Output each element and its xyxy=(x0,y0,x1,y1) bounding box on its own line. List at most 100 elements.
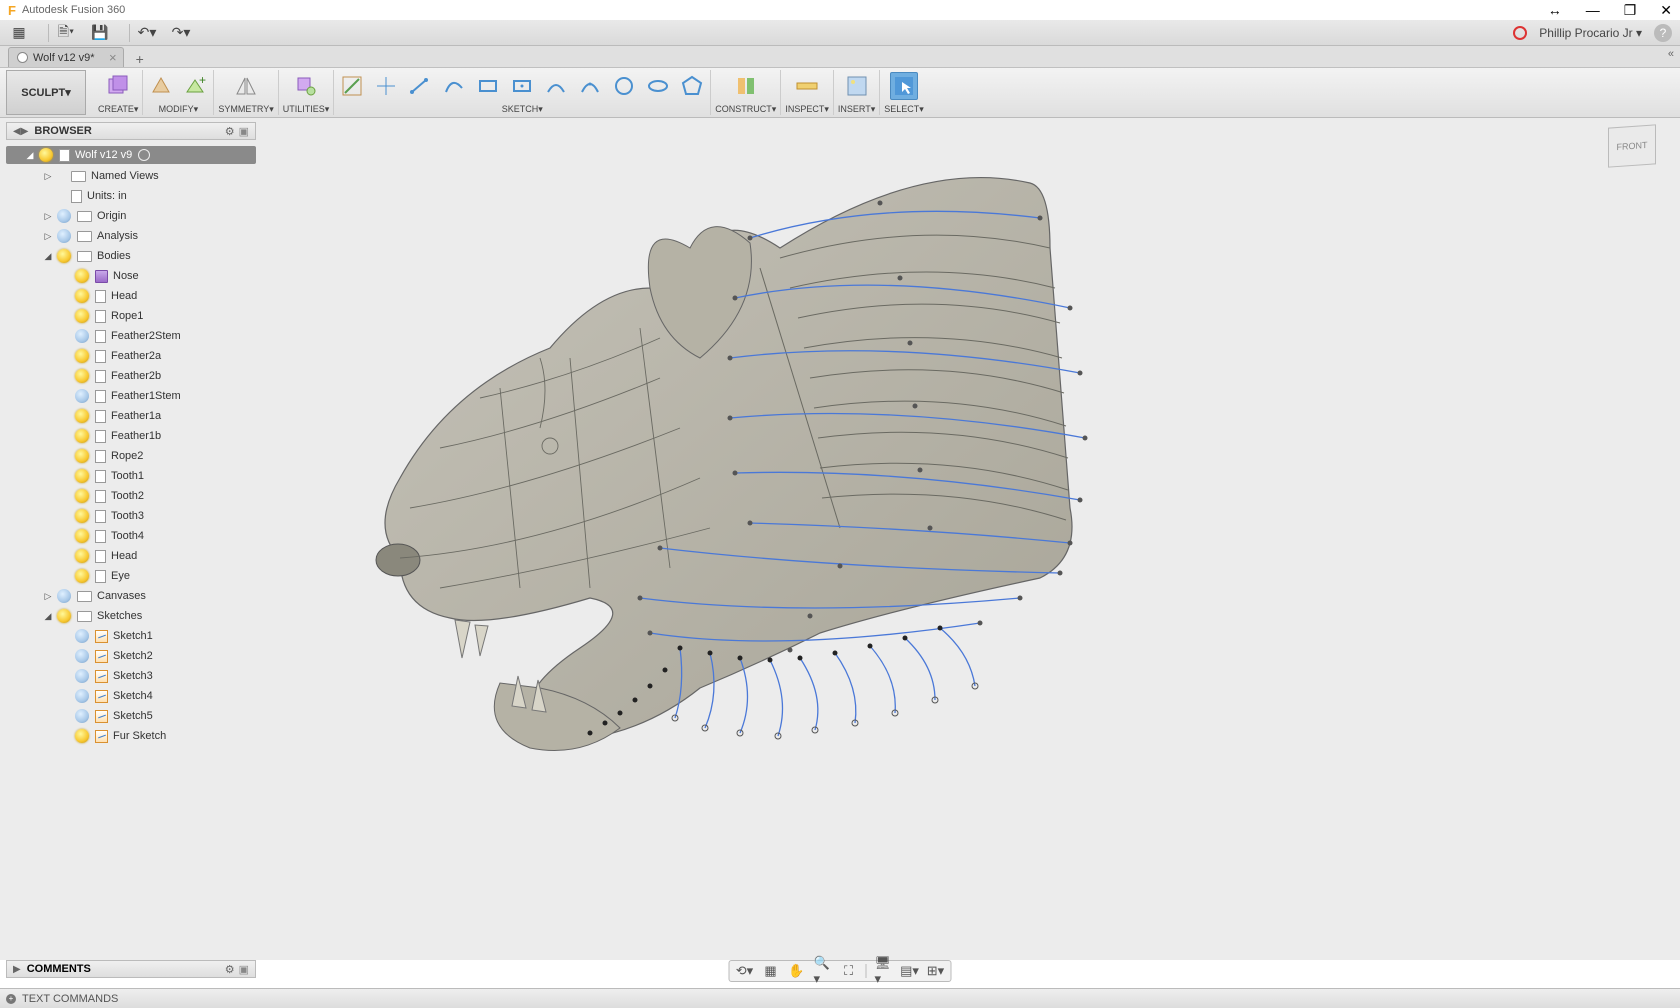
tree-item-body[interactable]: Head xyxy=(6,286,256,306)
gear-icon[interactable]: ⚙ xyxy=(225,963,235,976)
expand-icon[interactable]: ▶ xyxy=(13,964,21,975)
tree-item-body[interactable]: Rope1 xyxy=(6,306,256,326)
close-button[interactable]: ✕ xyxy=(1660,2,1672,19)
tree-item-body[interactable]: Tooth2 xyxy=(6,486,256,506)
redo-icon[interactable]: ↷▾ xyxy=(170,22,192,44)
user-name[interactable]: Phillip Procario Jr ▾ xyxy=(1539,26,1642,40)
plane-icon[interactable] xyxy=(732,72,760,100)
visibility-icon[interactable] xyxy=(75,629,89,643)
tree-item-units[interactable]: Units: in xyxy=(6,186,256,206)
visibility-icon[interactable] xyxy=(75,449,89,463)
app-grid-icon[interactable]: ▦ xyxy=(8,22,30,44)
visibility-icon[interactable] xyxy=(75,429,89,443)
view-cube[interactable]: FRONT xyxy=(1602,120,1662,172)
file-menu-icon[interactable]: 🗎▾ xyxy=(55,22,77,44)
visibility-icon[interactable] xyxy=(57,209,71,223)
orbit-icon[interactable]: ⟲▾ xyxy=(736,962,754,980)
tree-item-canvases[interactable]: ▷ Canvases xyxy=(6,586,256,606)
tree-item-body[interactable]: Tooth3 xyxy=(6,506,256,526)
edit-form-icon[interactable] xyxy=(147,72,175,100)
expand-icon[interactable]: ▷ xyxy=(42,591,54,602)
tree-item-sketches[interactable]: ◢ Sketches xyxy=(6,606,256,626)
visibility-icon[interactable] xyxy=(75,489,89,503)
visibility-icon[interactable] xyxy=(75,689,89,703)
measure-icon[interactable] xyxy=(793,72,821,100)
display-settings-icon[interactable]: 🖥▾ xyxy=(875,962,893,980)
select-icon[interactable] xyxy=(890,72,918,100)
visibility-icon[interactable] xyxy=(75,389,89,403)
lookat-icon[interactable]: ▦ xyxy=(762,962,780,980)
point-icon[interactable] xyxy=(372,72,400,100)
expand-icon[interactable]: ▷ xyxy=(42,211,54,222)
tree-item-sketch[interactable]: Sketch3 xyxy=(6,666,256,686)
expand-icon[interactable]: + xyxy=(6,994,16,1004)
utilities-icon[interactable] xyxy=(292,72,320,100)
visibility-icon[interactable] xyxy=(75,269,89,283)
visibility-icon[interactable] xyxy=(75,649,89,663)
tree-item-sketch[interactable]: Sketch4 xyxy=(6,686,256,706)
fit-icon[interactable]: ⛶ xyxy=(840,962,858,980)
ellipse-icon[interactable] xyxy=(644,72,672,100)
arc-icon[interactable] xyxy=(542,72,570,100)
tree-root[interactable]: ◢ Wolf v12 v9 xyxy=(6,146,256,164)
grid-settings-icon[interactable]: ▤▾ xyxy=(901,962,919,980)
expand-icon[interactable]: ◢ xyxy=(42,611,54,622)
tree-item-body[interactable]: Feather1b xyxy=(6,426,256,446)
tree-item-body[interactable]: Tooth1 xyxy=(6,466,256,486)
visibility-icon[interactable] xyxy=(57,249,71,263)
record-icon[interactable] xyxy=(1513,26,1527,40)
tab-close-icon[interactable]: × xyxy=(109,50,117,65)
insert-icon[interactable] xyxy=(843,72,871,100)
visibility-icon[interactable] xyxy=(75,309,89,323)
visibility-icon[interactable] xyxy=(75,349,89,363)
center-rectangle-icon[interactable] xyxy=(508,72,536,100)
tree-item-body[interactable]: Feather1Stem xyxy=(6,386,256,406)
visibility-icon[interactable] xyxy=(75,509,89,523)
line-icon[interactable] xyxy=(406,72,434,100)
box-icon[interactable] xyxy=(104,72,132,100)
rectangle-icon[interactable] xyxy=(474,72,502,100)
pan-icon[interactable]: ✋ xyxy=(788,962,806,980)
mirror-icon[interactable] xyxy=(232,72,260,100)
3point-arc-icon[interactable] xyxy=(576,72,604,100)
visibility-icon[interactable] xyxy=(75,569,89,583)
new-tab-button[interactable]: + xyxy=(130,51,150,67)
tree-item-body[interactable]: Head xyxy=(6,546,256,566)
tab-overflow-icon[interactable]: « xyxy=(1668,48,1674,60)
save-icon[interactable]: 💾 xyxy=(89,22,111,44)
tree-item-body[interactable]: Rope2 xyxy=(6,446,256,466)
close-panel-icon[interactable]: ▣ xyxy=(239,963,249,976)
visibility-icon[interactable] xyxy=(75,329,89,343)
tree-item-body[interactable]: Tooth4 xyxy=(6,526,256,546)
viewport-layout-icon[interactable]: ⊞▾ xyxy=(927,962,945,980)
visibility-icon[interactable] xyxy=(57,589,71,603)
help-icon[interactable]: ? xyxy=(1654,24,1672,42)
document-tab[interactable]: Wolf v12 v9* × xyxy=(8,47,124,67)
minimize-button[interactable]: — xyxy=(1586,2,1600,19)
modify-plus-icon[interactable]: + xyxy=(181,72,209,100)
tree-item-body[interactable]: Nose xyxy=(6,266,256,286)
visibility-icon[interactable] xyxy=(57,609,71,623)
restore-size-icon[interactable]: ↔ xyxy=(1548,2,1562,19)
activate-icon[interactable] xyxy=(138,149,150,161)
visibility-icon[interactable] xyxy=(75,549,89,563)
tree-item-sketch[interactable]: Sketch2 xyxy=(6,646,256,666)
tree-item-analysis[interactable]: ▷ Analysis xyxy=(6,226,256,246)
expand-icon[interactable]: ◢ xyxy=(42,251,54,262)
zoom-icon[interactable]: 🔍▾ xyxy=(814,962,832,980)
expand-icon[interactable]: ◢ xyxy=(24,150,36,161)
tree-item-sketch[interactable]: Sketch1 xyxy=(6,626,256,646)
circle-icon[interactable] xyxy=(610,72,638,100)
visibility-icon[interactable] xyxy=(75,469,89,483)
expand-icon[interactable]: ▷ xyxy=(42,171,54,182)
tree-item-bodies[interactable]: ◢ Bodies xyxy=(6,246,256,266)
gear-icon[interactable]: ⚙ xyxy=(225,125,235,138)
create-sketch-icon[interactable] xyxy=(338,72,366,100)
tree-item-body[interactable]: Feather1a xyxy=(6,406,256,426)
text-commands-bar[interactable]: + TEXT COMMANDS xyxy=(0,988,1680,1008)
visibility-icon[interactable] xyxy=(75,409,89,423)
tree-item-body[interactable]: Eye xyxy=(6,566,256,586)
undo-icon[interactable]: ↶▾ xyxy=(136,22,158,44)
visibility-icon[interactable] xyxy=(75,289,89,303)
visibility-icon[interactable] xyxy=(75,529,89,543)
